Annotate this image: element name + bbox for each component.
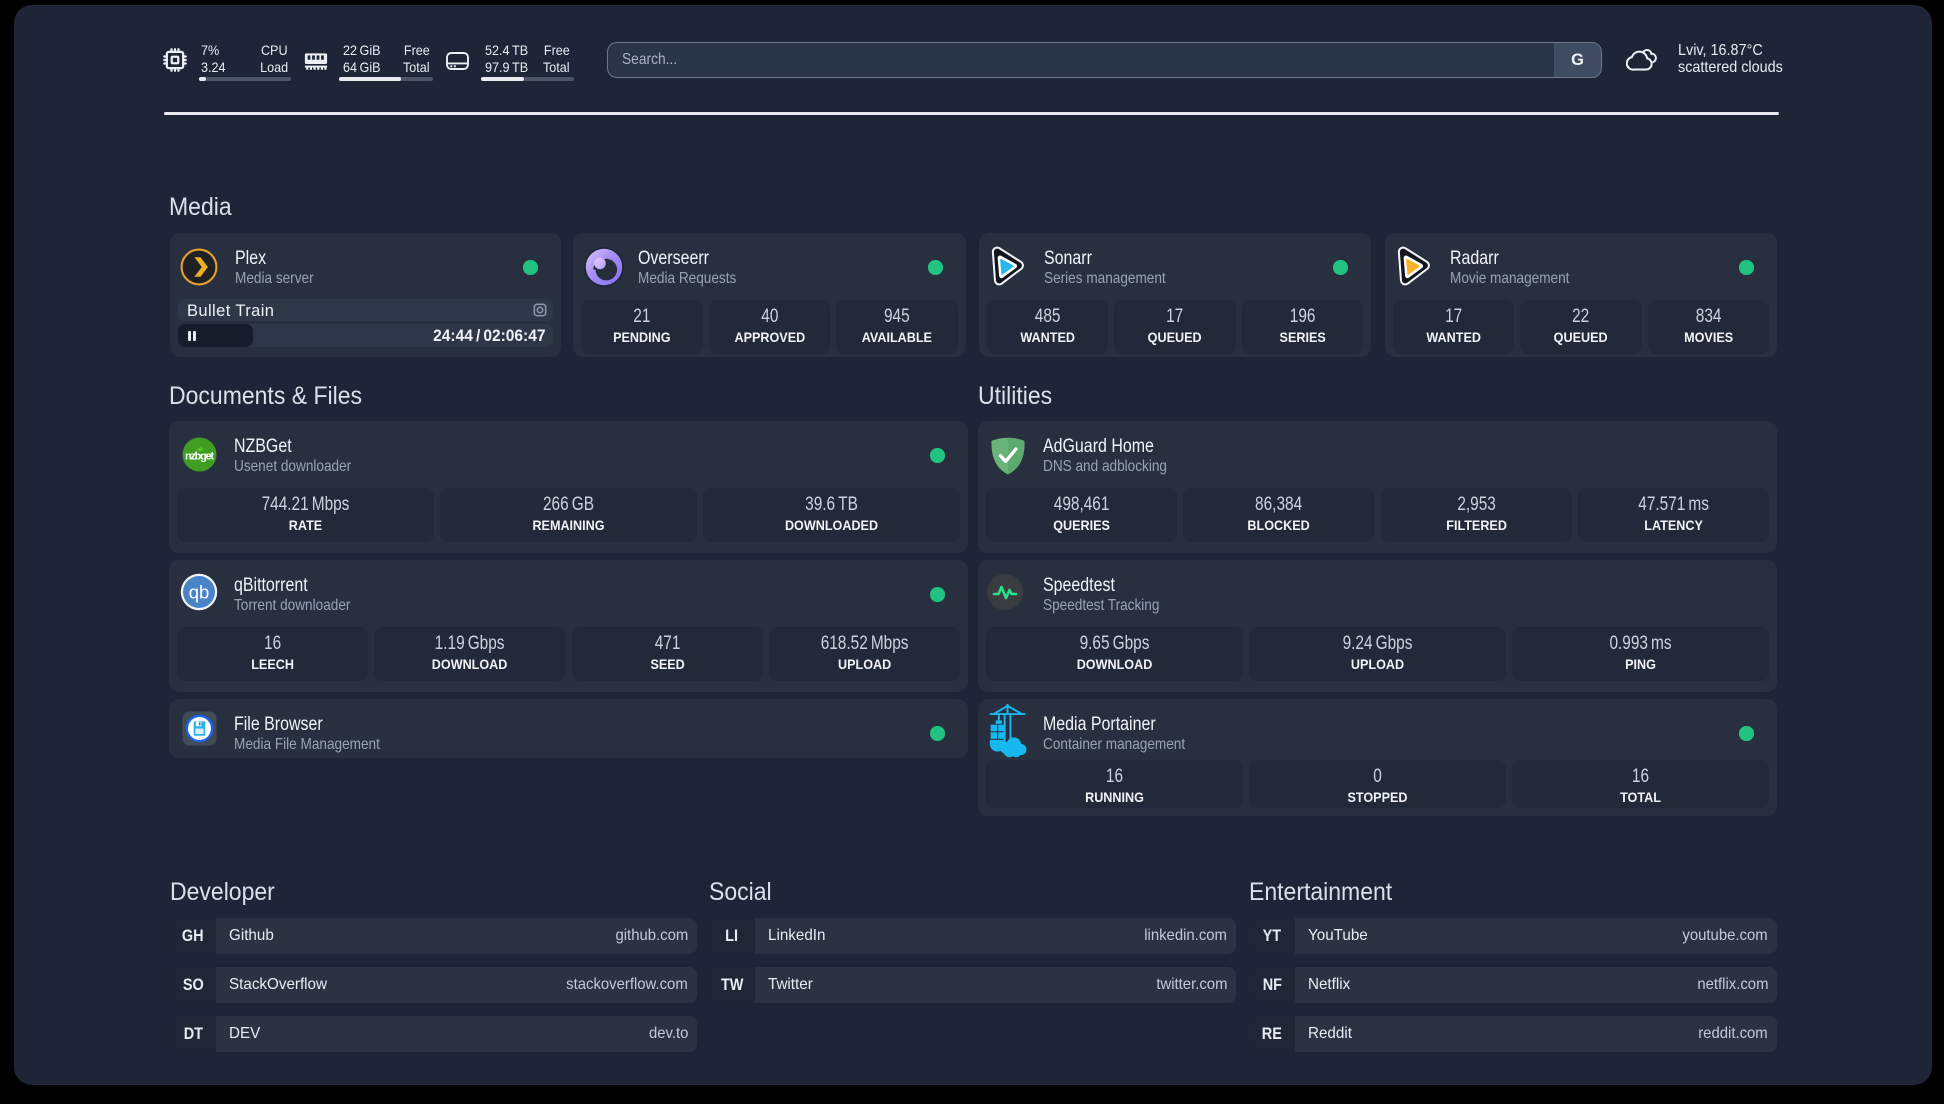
svg-text:qb: qb bbox=[189, 582, 210, 603]
svg-text:nzbget: nzbget bbox=[185, 450, 214, 462]
